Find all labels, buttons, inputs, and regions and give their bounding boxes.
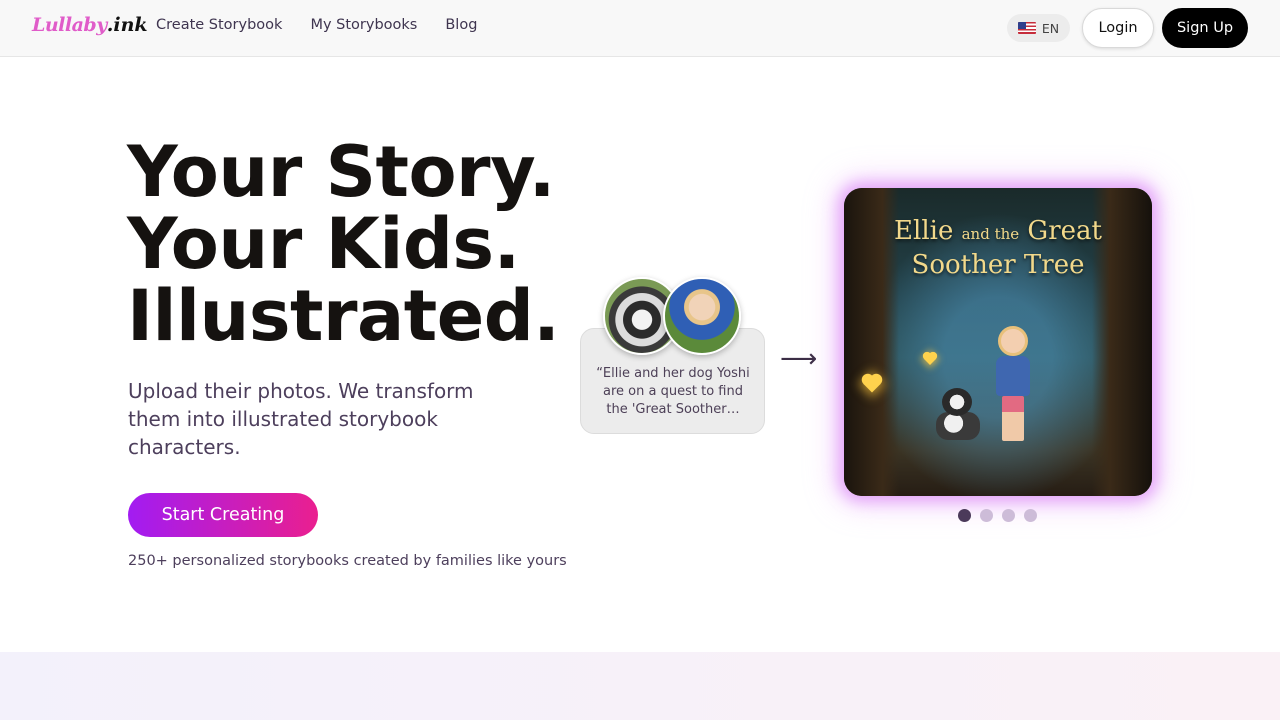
nav-link-create-storybook[interactable]: Create Storybook bbox=[156, 17, 282, 33]
dog-body bbox=[936, 412, 980, 440]
dog-head bbox=[942, 388, 972, 416]
headline-line-3: Illustrated. bbox=[127, 275, 560, 357]
cover-title-great: Great bbox=[1027, 216, 1102, 246]
logo-suffix: .ink bbox=[106, 14, 148, 36]
carousel-indicators bbox=[958, 509, 1037, 522]
girl-body bbox=[996, 356, 1030, 396]
girl-head bbox=[998, 326, 1028, 356]
headline-line-2: Your Kids. bbox=[127, 203, 520, 285]
cover-title: Ellie and the Great Soother Tree bbox=[844, 216, 1152, 281]
nav-link-blog[interactable]: Blog bbox=[445, 17, 477, 33]
girl-character bbox=[990, 326, 1036, 446]
logo[interactable]: Lullaby .ink bbox=[32, 14, 148, 42]
transform-arrow-icon: ⟶ bbox=[780, 344, 818, 374]
dog-character bbox=[936, 388, 980, 440]
headline-line-1: Your Story. bbox=[127, 131, 555, 213]
carousel-dot-1[interactable] bbox=[958, 509, 971, 522]
signup-button[interactable]: Sign Up bbox=[1162, 8, 1248, 48]
hero-subtitle: Upload their photos. We transform them i… bbox=[128, 379, 474, 459]
logo-wordmark: Lullaby bbox=[32, 14, 107, 36]
carousel-dot-3[interactable] bbox=[1002, 509, 1015, 522]
child-photo-avatar bbox=[663, 277, 741, 355]
storybook-cover-image[interactable]: Ellie and the Great Soother Tree bbox=[844, 188, 1152, 496]
language-selector[interactable]: EN bbox=[1007, 14, 1070, 42]
hero-headline: Your Story. Your Kids. Illustrated. bbox=[127, 136, 587, 352]
login-button[interactable]: Login bbox=[1082, 8, 1154, 48]
us-flag-icon bbox=[1017, 22, 1036, 34]
next-section-band bbox=[0, 652, 1280, 720]
carousel-dot-4[interactable] bbox=[1024, 509, 1037, 522]
social-proof-text: 250+ personalized storybooks created by … bbox=[128, 553, 567, 569]
start-creating-button[interactable]: Start Creating bbox=[128, 493, 318, 537]
girl-legs bbox=[1002, 396, 1024, 441]
carousel-dot-2[interactable] bbox=[980, 509, 993, 522]
story-prompt-text: “Ellie and her dog Yoshi are on a quest … bbox=[596, 366, 750, 417]
cover-title-name: Ellie bbox=[894, 216, 954, 246]
nav-link-my-storybooks[interactable]: My Storybooks bbox=[310, 17, 417, 33]
language-code: EN bbox=[1041, 20, 1060, 36]
main-nav: Create Storybook My Storybooks Blog bbox=[156, 17, 477, 33]
top-nav-bar: Lullaby .ink Create Storybook My Storyboo… bbox=[0, 0, 1280, 57]
cover-title-line-2: Soother Tree bbox=[911, 250, 1085, 280]
glowing-heart-icon bbox=[924, 353, 936, 365]
cover-title-connector: and the bbox=[961, 225, 1020, 243]
